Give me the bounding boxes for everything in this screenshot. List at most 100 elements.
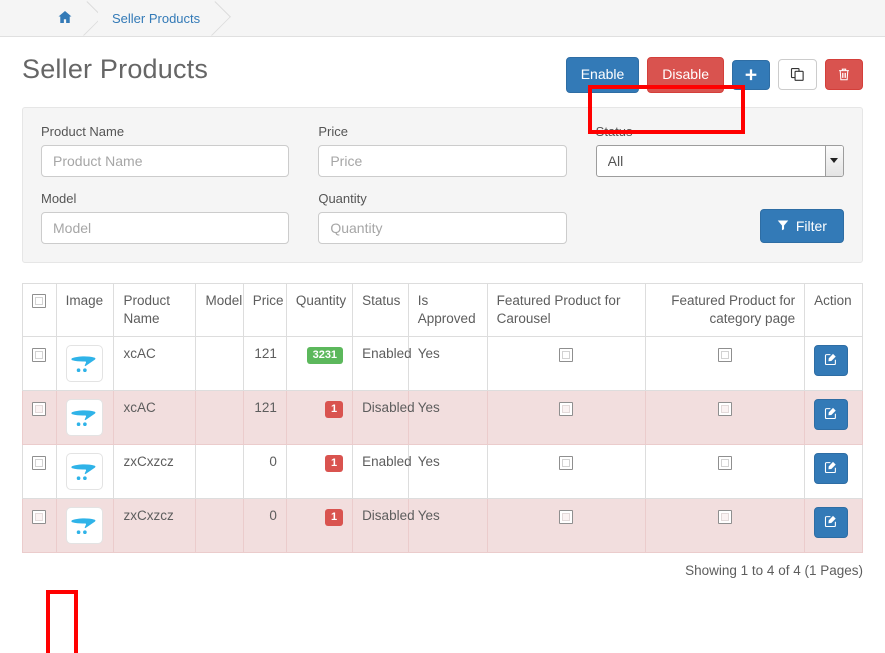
cell-image	[55, 336, 115, 392]
cell-price: 0	[242, 444, 287, 500]
price-input[interactable]	[318, 144, 567, 177]
cell-image	[55, 498, 115, 554]
filter-row-2: Model Quantity Filter	[41, 191, 844, 244]
featured-category-checkbox[interactable]	[718, 455, 733, 470]
featured-category-checkbox[interactable]	[718, 509, 733, 524]
table-row: zxCxzcz 0 1 Disabled Yes	[22, 498, 863, 554]
filter-field-price: Price	[318, 123, 567, 177]
cell-select	[22, 444, 57, 500]
th-status: Status	[352, 282, 409, 338]
quantity-badge: 1	[324, 401, 344, 419]
model-input[interactable]	[41, 211, 290, 244]
select-all-checkbox[interactable]	[32, 294, 46, 309]
cell-featured-category	[645, 444, 806, 500]
status-select[interactable]: All	[595, 144, 844, 177]
cell-select	[22, 336, 57, 392]
table-body: xcAC 121 3231 Enabled Yes xcAC 121 1 Dis…	[22, 336, 863, 554]
home-icon	[58, 10, 72, 26]
featured-carousel-checkbox[interactable]	[559, 509, 574, 524]
cell-quantity: 1	[285, 390, 354, 446]
cell-product-name: xcAC	[113, 336, 197, 392]
page-header: Seller Products Enable Disable	[0, 37, 885, 134]
cell-price: 121	[242, 336, 287, 392]
featured-category-checkbox[interactable]	[718, 347, 733, 362]
th-is-approved: Is Approved	[407, 282, 488, 338]
th-model: Model	[195, 282, 244, 338]
product-name-input[interactable]	[41, 144, 290, 177]
filter-field-product-name: Product Name	[41, 123, 290, 177]
cell-product-name: zxCxzcz	[113, 444, 197, 500]
price-label: Price	[318, 123, 348, 139]
model-label: Model	[41, 190, 77, 206]
quantity-input[interactable]	[318, 211, 567, 244]
cell-status: Disabled	[352, 498, 415, 554]
cell-status: Enabled	[352, 444, 412, 500]
cell-product-name: zxCxzcz	[113, 498, 197, 554]
cell-price: 121	[242, 390, 287, 446]
cell-model	[195, 336, 244, 392]
filter-field-quantity: Quantity	[318, 190, 567, 244]
row-select-checkbox[interactable]	[32, 401, 46, 416]
th-price: Price	[242, 282, 287, 338]
filter-field-status: Status All	[595, 123, 844, 177]
status-label: Status	[595, 123, 633, 139]
cell-quantity: 3231	[285, 336, 354, 392]
edit-icon	[824, 352, 838, 369]
table-row: xcAC 121 3231 Enabled Yes	[22, 336, 863, 392]
cell-featured-carousel	[486, 498, 647, 554]
breadcrumb-item-seller-products[interactable]: Seller Products	[98, 0, 227, 36]
cell-featured-category	[645, 390, 806, 446]
featured-carousel-checkbox[interactable]	[559, 401, 574, 416]
featured-category-checkbox[interactable]	[718, 401, 733, 416]
opencart-cart-icon	[65, 345, 103, 383]
cell-status: Disabled	[352, 390, 415, 446]
add-product-button[interactable]	[732, 59, 770, 90]
edit-icon	[824, 460, 838, 477]
table-header-row: Image Product Name Model Price Quantity …	[22, 282, 863, 338]
row-select-checkbox[interactable]	[32, 347, 46, 362]
row-select-checkbox[interactable]	[32, 509, 46, 524]
plus-icon	[744, 68, 758, 82]
edit-button[interactable]	[814, 345, 849, 377]
enable-button[interactable]: Enable	[565, 57, 640, 93]
delete-button[interactable]	[825, 59, 863, 91]
edit-icon	[824, 406, 838, 423]
featured-carousel-checkbox[interactable]	[559, 455, 574, 470]
filter-row-1: Product Name Price Status All	[41, 124, 844, 177]
quantity-badge: 1	[324, 455, 344, 473]
table-row: zxCxzcz 0 1 Enabled Yes	[22, 444, 863, 500]
th-product-name: Product Name	[113, 282, 197, 338]
breadcrumb-item-home[interactable]	[44, 0, 98, 36]
cell-action	[804, 498, 863, 554]
th-featured-category: Featured Product for category page	[645, 282, 806, 338]
opencart-cart-icon	[65, 399, 103, 437]
edit-button[interactable]	[814, 399, 849, 431]
cell-is-approved: Yes	[407, 390, 488, 446]
cell-action	[804, 444, 863, 500]
row-select-checkbox[interactable]	[32, 455, 46, 470]
quantity-label: Quantity	[318, 190, 367, 206]
th-action: Action	[804, 282, 863, 338]
filter-panel: Product Name Price Status All Model Quan…	[22, 106, 863, 263]
cell-select	[22, 498, 57, 554]
disable-button[interactable]: Disable	[647, 57, 724, 93]
cell-model	[195, 390, 244, 446]
products-table: Image Product Name Model Price Quantity …	[22, 282, 863, 554]
edit-button[interactable]	[814, 453, 849, 485]
funnel-icon	[777, 218, 789, 234]
copy-icon	[790, 67, 805, 82]
copy-button[interactable]	[778, 59, 817, 91]
opencart-cart-icon	[65, 507, 103, 545]
quantity-badge: 3231	[306, 347, 344, 365]
filter-button[interactable]: Filter	[759, 208, 844, 243]
product-name-label: Product Name	[41, 123, 125, 139]
cell-quantity: 1	[285, 444, 354, 500]
cell-is-approved: Yes	[407, 336, 488, 392]
edit-button[interactable]	[814, 507, 849, 539]
featured-carousel-checkbox[interactable]	[559, 347, 574, 362]
cell-quantity: 1	[285, 498, 354, 554]
cell-model	[195, 444, 244, 500]
edit-icon	[824, 514, 838, 531]
cell-is-approved: Yes	[407, 498, 488, 554]
th-image: Image	[55, 282, 115, 338]
